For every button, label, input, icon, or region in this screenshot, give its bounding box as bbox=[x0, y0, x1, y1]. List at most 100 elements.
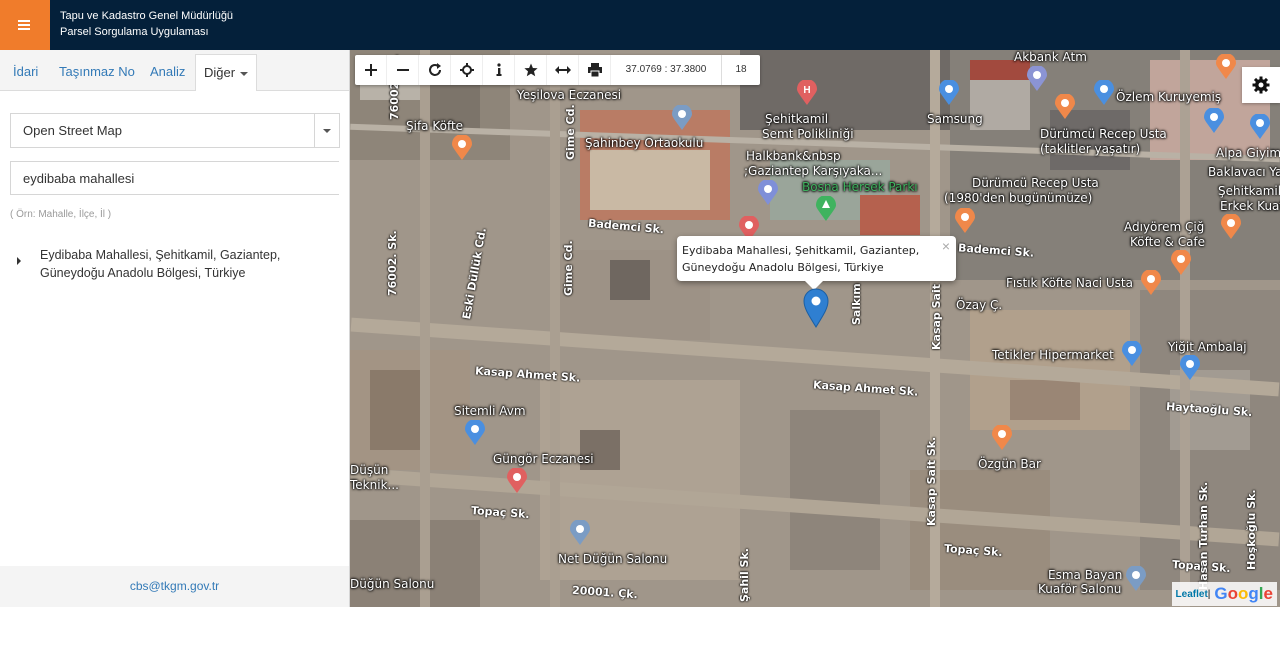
shopping-pin-icon[interactable] bbox=[464, 420, 486, 446]
location-popup: Eydibaba Mahallesi, Şehitkamil, Gaziante… bbox=[677, 236, 956, 290]
print-icon bbox=[587, 63, 602, 77]
measure-button[interactable] bbox=[547, 55, 579, 85]
print-button[interactable] bbox=[579, 55, 611, 85]
popup-line2: Güneydoğu Anadolu Bölgesi, Türkiye bbox=[682, 261, 884, 274]
place-label: Güngör Eczanesi bbox=[493, 452, 594, 466]
popup-text: Eydibaba Mahallesi, Şehitkamil, Gaziante… bbox=[682, 242, 937, 276]
street-label: Kasap Sait Sk. bbox=[925, 436, 938, 526]
google-logo: Google bbox=[1214, 584, 1273, 603]
refresh-icon bbox=[428, 63, 441, 76]
place-label: Dürümcü Recep Usta bbox=[972, 176, 1099, 190]
hamburger-icon bbox=[18, 20, 30, 30]
restaurant-pin-icon[interactable] bbox=[1220, 214, 1242, 240]
tab-tasinmaz-no[interactable]: Taşınmaz No bbox=[59, 54, 135, 90]
map-toolbar: 37.0769 : 37.3800 18 bbox=[355, 55, 760, 85]
zoom-in-button[interactable] bbox=[355, 55, 387, 85]
street-label: Gime Cd. bbox=[564, 104, 577, 160]
shopping-pin-icon[interactable] bbox=[1121, 341, 1143, 367]
restaurant-pin-icon[interactable] bbox=[451, 135, 473, 161]
restaurant-pin-icon[interactable] bbox=[1215, 54, 1237, 80]
tab-idari[interactable]: İdari bbox=[13, 54, 38, 90]
place-label: Şehitkamil bbox=[765, 112, 829, 126]
place-label: Köfte & Cafe bbox=[1130, 235, 1206, 249]
place-label: Fıstık Köfte Naci Usta bbox=[1006, 276, 1133, 290]
bar-pin-icon[interactable] bbox=[991, 425, 1013, 451]
place-label: Yeşilova Eczanesi bbox=[517, 88, 622, 102]
shopping-pin-icon[interactable] bbox=[1179, 355, 1201, 381]
place-search-input[interactable] bbox=[10, 161, 339, 195]
place-label: Erkek Kuaför bbox=[1220, 199, 1280, 213]
settings-button[interactable] bbox=[1242, 67, 1280, 103]
place-label: Tetikler Hipermarket bbox=[992, 348, 1114, 362]
place-label: Semt Polikliniği bbox=[762, 127, 854, 141]
info-icon bbox=[496, 63, 501, 76]
attribution-separator: | bbox=[1207, 588, 1211, 600]
favorite-button[interactable] bbox=[515, 55, 547, 85]
contact-email-link[interactable]: cbs@tkgm.gov.tr bbox=[0, 566, 349, 607]
place-label: Özlem Kuruyemiş bbox=[1116, 90, 1222, 104]
zoom-out-icon bbox=[396, 69, 409, 71]
locate-button[interactable] bbox=[451, 55, 483, 85]
cafe-pin-icon[interactable] bbox=[1170, 250, 1192, 276]
place-label: (1980'den bugünümüze) bbox=[944, 191, 1093, 205]
place-label: Samsung bbox=[927, 112, 983, 126]
place-label: Dürümcü Recep Usta bbox=[1040, 127, 1167, 141]
place-label: Yiğit Ambalaj bbox=[1168, 340, 1247, 354]
street-label: Hasan Turhan Sk. bbox=[1197, 481, 1210, 590]
info-button[interactable] bbox=[483, 55, 515, 85]
place-label: Bosna Hersek Parkı bbox=[802, 180, 918, 194]
place-label: Özgün Bar bbox=[978, 457, 1041, 471]
coordinate-readout: 37.0769 : 37.3800 bbox=[611, 55, 722, 85]
atm-pin-icon[interactable] bbox=[1026, 66, 1048, 92]
hamburger-menu-button[interactable] bbox=[0, 0, 50, 50]
sidebar-footer: cbs@tkgm.gov.tr bbox=[0, 566, 349, 607]
shopping-pin-icon[interactable] bbox=[1203, 108, 1225, 134]
top-bar: Tapu ve Kadastro Genel Müdürlüğü Parsel … bbox=[0, 0, 1280, 50]
shopping-pin-icon[interactable] bbox=[1093, 80, 1115, 106]
restaurant-pin-icon[interactable] bbox=[1140, 270, 1162, 296]
location-marker-icon[interactable] bbox=[802, 288, 830, 328]
restaurant-pin-icon[interactable] bbox=[1054, 94, 1076, 120]
zoom-in-icon bbox=[364, 64, 377, 76]
caret-down-icon bbox=[240, 71, 249, 76]
street-label: Hoşkoğlu Sk. bbox=[1245, 489, 1258, 570]
tab-analiz[interactable]: Analiz bbox=[150, 54, 185, 90]
park-pin-icon[interactable] bbox=[815, 196, 837, 222]
measure-icon bbox=[554, 66, 571, 74]
gear-icon bbox=[1252, 76, 1270, 94]
bank-pin-icon[interactable] bbox=[757, 180, 779, 206]
zoom-out-button[interactable] bbox=[387, 55, 419, 85]
map-layer-select[interactable]: Open Street Map bbox=[10, 113, 340, 148]
shopping-pin-icon[interactable] bbox=[1249, 114, 1271, 140]
map-view[interactable]: 76002. Sk. Gime Cd. Bademci Sk. Bademci … bbox=[350, 50, 1280, 607]
place-label: (taklitler yaşatır) bbox=[1040, 142, 1141, 156]
place-label: Şahinbey Ortaokulu bbox=[585, 136, 704, 150]
place-label: Alpa Giyim bbox=[1216, 146, 1280, 160]
sidebar: İdari Taşınmaz No Analiz Diğer Open Stre… bbox=[0, 50, 350, 607]
map-attribution: Leaflet | Google bbox=[1171, 582, 1277, 606]
map-layer-select-value: Open Street Map bbox=[23, 123, 122, 138]
hospital-pin-icon[interactable]: H bbox=[796, 80, 818, 106]
poi-pin-icon[interactable] bbox=[671, 105, 693, 131]
popup-close-button[interactable]: × bbox=[942, 239, 950, 253]
leaflet-link[interactable]: Leaflet bbox=[1176, 589, 1208, 600]
search-result-text: Eydibaba Mahallesi, Şehitkamil, Gaziante… bbox=[40, 246, 330, 282]
place-label: Şehitkamil bbox=[1218, 184, 1280, 198]
place-label: Sitemli Avm bbox=[454, 404, 526, 418]
street-label: 76002. Sk. bbox=[386, 230, 399, 296]
svg-text:H: H bbox=[803, 85, 810, 96]
pharmacy-pin-icon[interactable] bbox=[506, 468, 528, 494]
street-label: Şahil Sk. bbox=[738, 548, 751, 602]
poi-pin-icon[interactable] bbox=[569, 520, 591, 546]
place-label: Adıyörem Çiğ bbox=[1124, 220, 1205, 234]
place-label: Net Düğün Salonu bbox=[558, 552, 668, 566]
search-result-line2: Güneydoğu Anadolu Bölgesi, Türkiye bbox=[40, 266, 246, 280]
restaurant-pin-icon[interactable] bbox=[954, 208, 976, 234]
tab-diger[interactable]: Diğer bbox=[195, 54, 258, 91]
place-label: Teknik... bbox=[350, 478, 399, 492]
poi-pin-icon[interactable] bbox=[1125, 566, 1147, 592]
shopping-pin-icon[interactable] bbox=[938, 80, 960, 106]
refresh-button[interactable] bbox=[419, 55, 451, 85]
place-label: Esma Bayan bbox=[1048, 568, 1123, 582]
place-label: Baklavacı Yaşar bbox=[1208, 165, 1280, 179]
